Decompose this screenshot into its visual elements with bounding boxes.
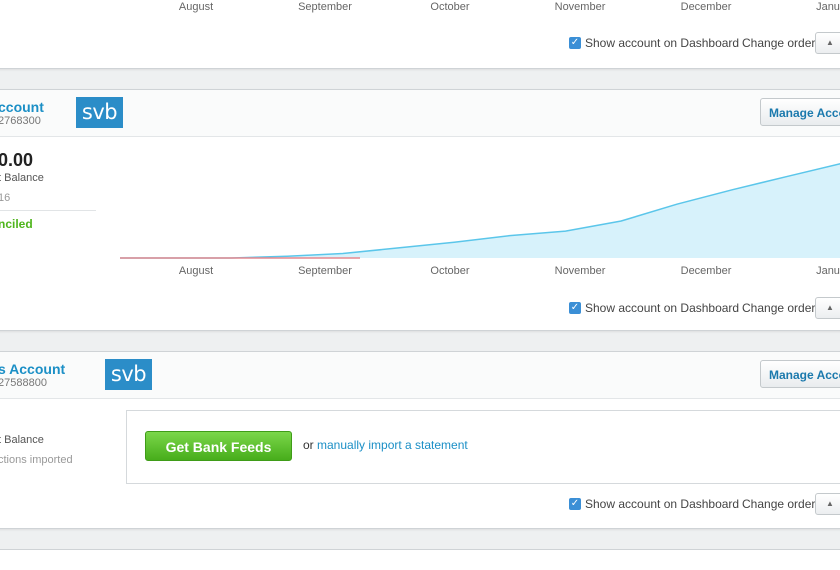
account-name[interactable]: s Account <box>0 361 65 377</box>
month-label: Janu <box>816 265 840 277</box>
manual-import-link[interactable]: manually import a statement <box>317 438 468 452</box>
bank-logo: svb <box>76 97 123 128</box>
reconciled-status[interactable]: nciled <box>0 217 33 231</box>
month-label: September <box>298 1 352 13</box>
month-label: December <box>680 1 732 13</box>
show-on-dashboard-label: Show account on Dashboard <box>585 301 740 315</box>
manage-account-button[interactable]: Manage Acco <box>760 360 840 388</box>
month-label: August <box>178 265 214 277</box>
manage-account-button[interactable]: Manage Acco <box>760 98 840 126</box>
show-on-dashboard-label: Show account on Dashboard <box>585 36 740 50</box>
change-order-label: Change order <box>742 36 816 50</box>
balance-label: t Balance <box>0 172 44 184</box>
account-name[interactable]: ccount <box>0 99 44 115</box>
show-on-dashboard-checkbox[interactable]: ✓ <box>569 302 581 314</box>
divider <box>0 210 96 211</box>
transactions-imported-label: ctions imported <box>0 454 73 466</box>
show-on-dashboard-checkbox[interactable]: ✓ <box>569 498 581 510</box>
card-header: s Account 27588800 svb Manage Acco <box>0 352 840 399</box>
move-up-button[interactable]: ▲ <box>815 493 840 515</box>
account-balance: 0.00 <box>0 150 34 170</box>
caret-up-icon: ▲ <box>826 38 834 47</box>
month-label: October <box>430 1 470 13</box>
month-label: December <box>680 265 732 277</box>
balance-chart <box>120 162 840 259</box>
get-bank-feeds-button[interactable]: Get Bank Feeds <box>145 431 292 461</box>
bank-feeds-panel: Get Bank Feeds or manually import a stat… <box>126 410 840 484</box>
change-order-label: Change order <box>742 301 816 315</box>
card-footer: ✓ Show account on Dashboard Change order… <box>0 32 840 58</box>
month-label: August <box>178 1 214 13</box>
card-footer: ✓ Show account on Dashboard Change order… <box>0 493 840 520</box>
month-label: November <box>554 265 606 277</box>
bank-logo: svb <box>105 359 152 390</box>
change-order-label: Change order <box>742 497 816 511</box>
account-card-1: ccount 2768300 svb Manage Acco 0.00 t Ba… <box>0 89 840 331</box>
month-label: October <box>430 265 470 277</box>
balance-label: t Balance <box>0 434 44 446</box>
move-up-button[interactable]: ▲ <box>815 297 840 319</box>
balance-area <box>120 163 840 258</box>
show-on-dashboard-label: Show account on Dashboard <box>585 497 740 511</box>
caret-up-icon: ▲ <box>826 499 834 508</box>
card-header: ccount 2768300 svb Manage Acco <box>0 90 840 137</box>
month-label: September <box>298 265 352 277</box>
show-on-dashboard-checkbox[interactable]: ✓ <box>569 37 581 49</box>
month-label: November <box>554 1 606 13</box>
balance-date: 16 <box>0 192 11 204</box>
caret-up-icon: ▲ <box>826 303 834 312</box>
account-number: 27588800 <box>0 377 47 389</box>
or-text: or <box>303 438 314 452</box>
account-number: 2768300 <box>0 115 41 127</box>
month-label: Janu <box>816 1 840 13</box>
card-footer: ✓ Show account on Dashboard Change order… <box>0 297 840 324</box>
account-card-2: s Account 27588800 svb Manage Acco t Bal… <box>0 351 840 529</box>
move-up-button[interactable]: ▲ <box>815 32 840 54</box>
account-card-top: August September October November Decemb… <box>0 0 840 69</box>
